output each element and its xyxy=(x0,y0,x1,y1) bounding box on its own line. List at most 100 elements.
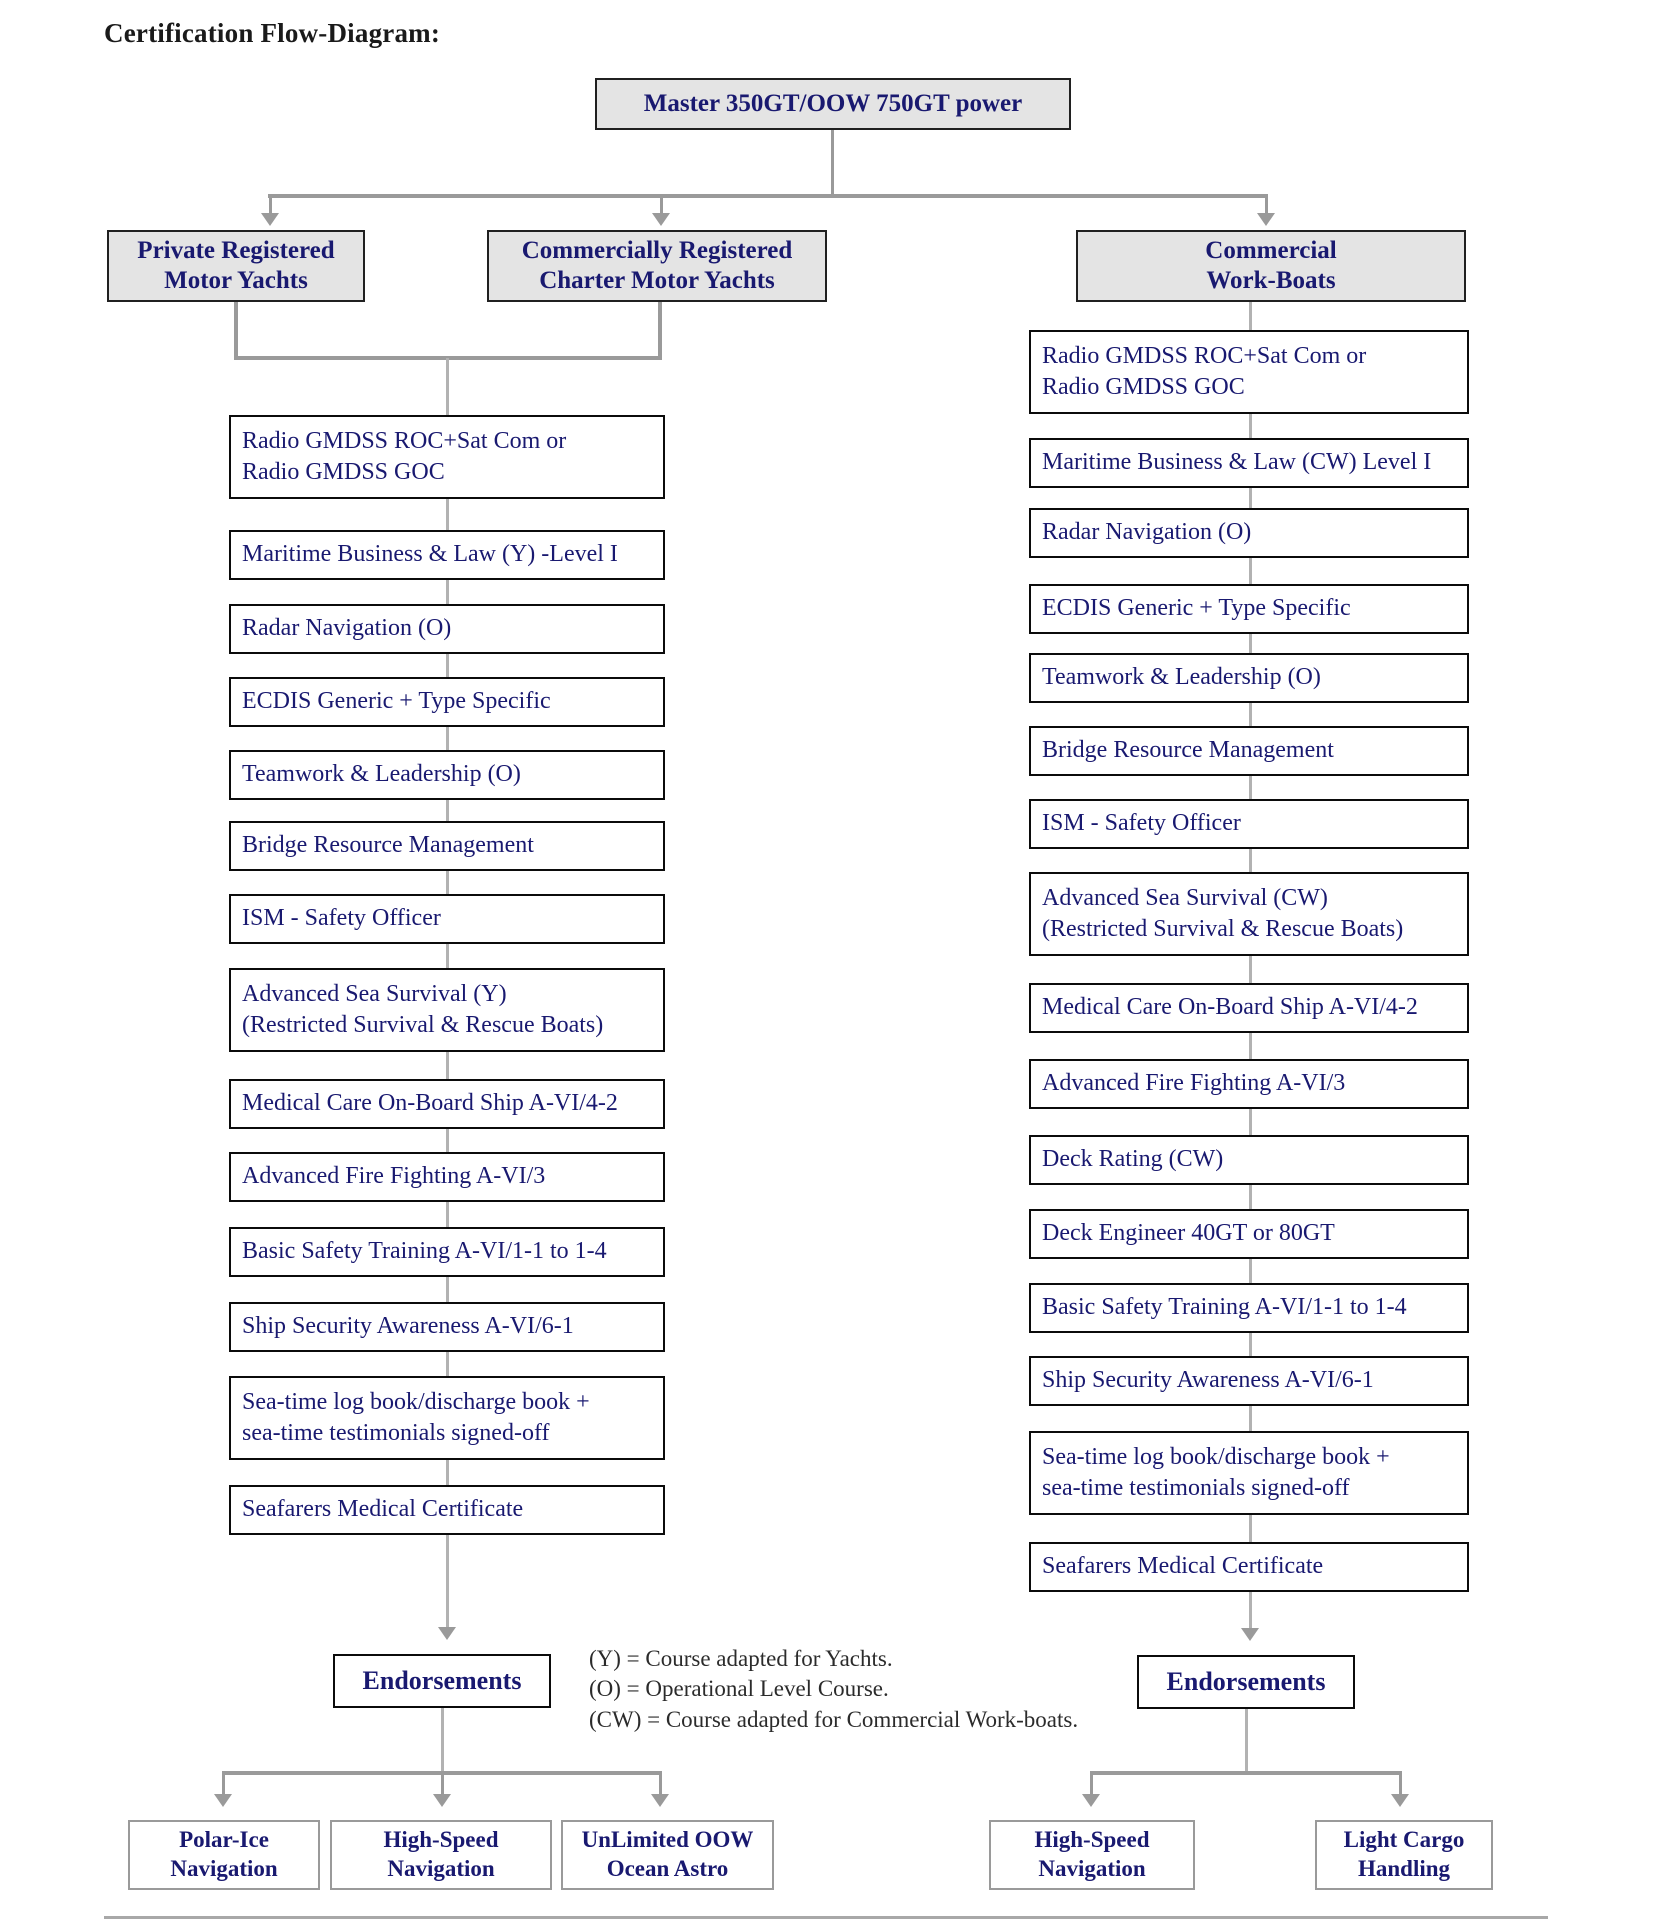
yacht-endorsement-0-line2: Navigation xyxy=(170,1856,278,1881)
yacht-item-12-line2: sea-time testimonials signed-off xyxy=(242,1420,550,1446)
workboat-item-1-line1: Maritime Business & Law (CW) Level I xyxy=(1042,449,1432,476)
workboat-item-7[interactable]: Advanced Sea Survival (CW) (Restricted S… xyxy=(1029,872,1469,956)
category-commercially-registered-charter-motor-yachts[interactable]: Commercially Registered Charter Motor Ya… xyxy=(487,230,827,302)
yacht-item-11[interactable]: Ship Security Awareness A-VI/6-1 xyxy=(229,1302,665,1352)
legend-line-cw: (CW) = Course adapted for Commercial Wor… xyxy=(589,1706,1079,1732)
workboat-item-8[interactable]: Medical Care On-Board Ship A-VI/4-2 xyxy=(1029,983,1469,1033)
workboat-item-4[interactable]: Teamwork & Leadership (O) xyxy=(1029,653,1469,703)
legend-line-o: (O) = Operational Level Course. xyxy=(589,1676,889,1702)
category-label-line1: Commercially Registered xyxy=(521,236,793,264)
yacht-item-1[interactable]: Maritime Business & Law (Y) -Level I xyxy=(229,530,665,580)
category-commercial-work-boats[interactable]: Commercial Work-Boats xyxy=(1076,230,1466,302)
yacht-item-0-line1: Radio GMDSS ROC+Sat Com or xyxy=(242,427,567,454)
connector-workboat-endorse-stem xyxy=(1245,1709,1248,1775)
workboat-endorsements-node[interactable]: Endorsements xyxy=(1137,1655,1355,1709)
root-node-label: Master 350GT/OOW 750GT power xyxy=(643,89,1023,117)
yacht-item-5-line1: Bridge Resource Management xyxy=(242,832,534,859)
yacht-endorsement-0-line1: Polar-Ice xyxy=(179,1827,269,1853)
workboat-endorsements-label: Endorsements xyxy=(1166,1667,1326,1696)
connector-workboat-2 xyxy=(1249,558,1252,586)
workboat-item-5-line1: Bridge Resource Management xyxy=(1042,737,1334,764)
workboat-endorsement-high-speed-navigation[interactable]: High-Speed Navigation xyxy=(989,1820,1195,1890)
connector-root-stem xyxy=(831,130,834,197)
workboat-endorsement-1-line2: Handling xyxy=(1357,1856,1451,1881)
yacht-endorsement-1-line2: Navigation xyxy=(387,1856,495,1881)
arrow-head-1 xyxy=(261,213,279,226)
connector-workboat-stem xyxy=(1249,302,1252,330)
yacht-item-6[interactable]: ISM - Safety Officer xyxy=(229,894,665,944)
workboat-item-14[interactable]: Sea-time log book/discharge book + sea-t… xyxy=(1029,1431,1469,1515)
yacht-endorsement-polar-ice-navigation[interactable]: Polar-Ice Navigation xyxy=(128,1820,320,1890)
workboat-item-0[interactable]: Radio GMDSS ROC+Sat Com or Radio GMDSS G… xyxy=(1029,330,1469,414)
workboat-endorsement-light-cargo-handling[interactable]: Light Cargo Handling xyxy=(1315,1820,1493,1890)
footer-divider xyxy=(104,1916,1548,1919)
yacht-item-3-line1: ECDIS Generic + Type Specific xyxy=(242,688,551,715)
yacht-item-4[interactable]: Teamwork & Leadership (O) xyxy=(229,750,665,800)
yacht-item-3[interactable]: ECDIS Generic + Type Specific xyxy=(229,677,665,727)
workboat-item-12-line1: Basic Safety Training A-VI/1-1 to 1-4 xyxy=(1042,1294,1407,1321)
workboat-item-6-line1: ISM - Safety Officer xyxy=(1042,810,1241,837)
yacht-item-12-line1: Sea-time log book/discharge book + xyxy=(242,1388,590,1415)
yacht-endorsements-node[interactable]: Endorsements xyxy=(333,1654,551,1708)
workboat-item-9[interactable]: Advanced Fire Fighting A-VI/3 xyxy=(1029,1059,1469,1109)
workboat-item-9-line1: Advanced Fire Fighting A-VI/3 xyxy=(1042,1070,1346,1097)
yacht-item-7-line1: Advanced Sea Survival (Y) xyxy=(242,980,507,1007)
workboat-item-13[interactable]: Ship Security Awareness A-VI/6-1 xyxy=(1029,1356,1469,1406)
workboat-item-3[interactable]: ECDIS Generic + Type Specific xyxy=(1029,584,1469,634)
connector-yacht-merge-stem xyxy=(446,358,449,416)
workboat-item-0-line1: Radio GMDSS ROC+Sat Com or xyxy=(1042,342,1367,369)
yacht-item-8-line1: Medical Care On-Board Ship A-VI/4-2 xyxy=(242,1090,618,1117)
arrow-head-2 xyxy=(652,213,670,226)
yacht-item-10[interactable]: Basic Safety Training A-VI/1-1 to 1-4 xyxy=(229,1227,665,1277)
workboat-item-14-line1: Sea-time log book/discharge book + xyxy=(1042,1443,1390,1470)
legend-line-y: (Y) = Course adapted for Yachts. xyxy=(589,1646,893,1671)
connector-yacht-endorse-stem xyxy=(441,1708,444,1774)
arrow-head-high-speed-left xyxy=(433,1794,451,1807)
yacht-item-0[interactable]: Radio GMDSS ROC+Sat Com or Radio GMDSS G… xyxy=(229,415,665,499)
workboat-item-10-line1: Deck Rating (CW) xyxy=(1042,1146,1224,1173)
yacht-item-10-line1: Basic Safety Training A-VI/1-1 to 1-4 xyxy=(242,1238,607,1265)
connector-yacht-7 xyxy=(446,1052,449,1080)
workboat-item-10[interactable]: Deck Rating (CW) xyxy=(1029,1135,1469,1185)
yacht-item-1-line1: Maritime Business & Law (Y) -Level I xyxy=(242,541,618,568)
arrow-head-high-speed-right xyxy=(1082,1794,1100,1807)
yacht-endorsement-high-speed-navigation[interactable]: High-Speed Navigation xyxy=(330,1820,552,1890)
yacht-endorsement-2-line1: UnLimited OOW xyxy=(581,1827,754,1853)
connector-workboat-9 xyxy=(1249,1109,1252,1137)
yacht-item-9-line1: Advanced Fire Fighting A-VI/3 xyxy=(242,1163,546,1190)
workboat-item-15[interactable]: Seafarers Medical Certificate xyxy=(1029,1542,1469,1592)
yacht-item-5[interactable]: Bridge Resource Management xyxy=(229,821,665,871)
arrow-head-polar-ice xyxy=(214,1794,232,1807)
yacht-item-7-line2: (Restricted Survival & Rescue Boats) xyxy=(242,1012,604,1038)
yacht-item-2[interactable]: Radar Navigation (O) xyxy=(229,604,665,654)
connector-workboat-8 xyxy=(1249,1033,1252,1061)
workboat-item-13-line1: Ship Security Awareness A-VI/6-1 xyxy=(1042,1367,1374,1394)
workboat-item-12[interactable]: Basic Safety Training A-VI/1-1 to 1-4 xyxy=(1029,1283,1469,1333)
yacht-endorsement-unlimited-oow-ocean-astro[interactable]: UnLimited OOW Ocean Astro xyxy=(561,1820,774,1890)
category-private-registered-motor-yachts[interactable]: Private Registered Motor Yachts xyxy=(107,230,365,302)
root-node-master-350gt[interactable]: Master 350GT/OOW 750GT power xyxy=(595,78,1071,130)
workboat-item-1[interactable]: Maritime Business & Law (CW) Level I xyxy=(1029,438,1469,488)
workboat-item-11-line1: Deck Engineer 40GT or 80GT xyxy=(1042,1220,1335,1247)
yacht-item-9[interactable]: Advanced Fire Fighting A-VI/3 xyxy=(229,1152,665,1202)
connector-yacht-0 xyxy=(446,499,449,531)
connector-yacht-merge xyxy=(234,302,662,360)
workboat-item-3-line1: ECDIS Generic + Type Specific xyxy=(1042,595,1351,622)
yacht-item-7[interactable]: Advanced Sea Survival (Y) (Restricted Su… xyxy=(229,968,665,1052)
workboat-item-2[interactable]: Radar Navigation (O) xyxy=(1029,508,1469,558)
yacht-item-13[interactable]: Seafarers Medical Certificate xyxy=(229,1485,665,1535)
yacht-item-8[interactable]: Medical Care On-Board Ship A-VI/4-2 xyxy=(229,1079,665,1129)
workboat-endorsement-0-line1: High-Speed xyxy=(1034,1827,1150,1853)
connector-yacht-to-endorsements xyxy=(446,1535,449,1635)
workboat-item-6[interactable]: ISM - Safety Officer xyxy=(1029,799,1469,849)
workboat-item-11[interactable]: Deck Engineer 40GT or 80GT xyxy=(1029,1209,1469,1259)
yacht-item-13-line1: Seafarers Medical Certificate xyxy=(242,1496,524,1523)
connector-workboat-endorse-bus xyxy=(1090,1771,1402,1775)
arrow-head-yacht-endorsements xyxy=(438,1627,456,1640)
yacht-item-12[interactable]: Sea-time log book/discharge book + sea-t… xyxy=(229,1376,665,1460)
workboat-item-5[interactable]: Bridge Resource Management xyxy=(1029,726,1469,776)
category-label-line2: Motor Yachts xyxy=(164,267,308,294)
legend: (Y) = Course adapted for Yachts. (O) = O… xyxy=(589,1644,1078,1735)
category-label-line2: Charter Motor Yachts xyxy=(539,267,775,294)
yacht-endorsement-1-line1: High-Speed xyxy=(383,1827,499,1853)
